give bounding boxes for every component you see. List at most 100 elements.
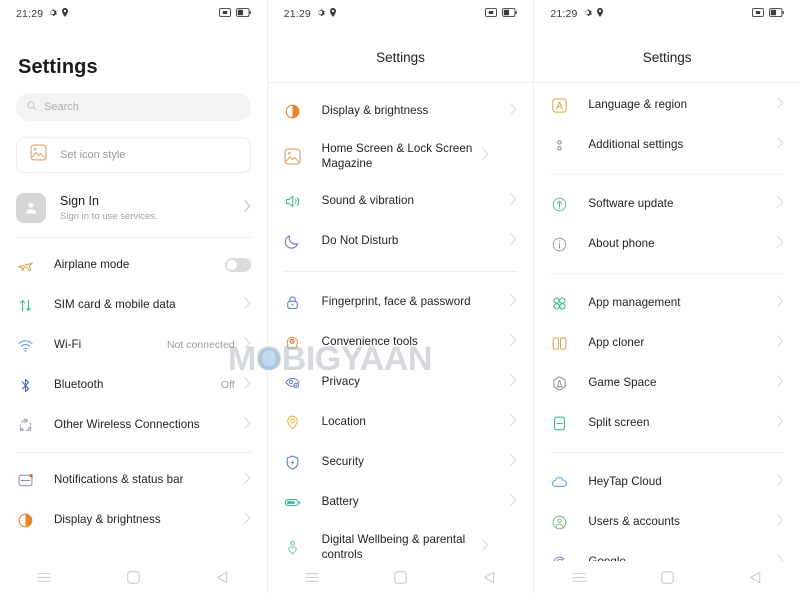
back-icon[interactable] <box>739 566 773 588</box>
set-icon-style-card[interactable]: Set icon style <box>16 137 251 173</box>
settings-row-label: Privacy <box>321 375 361 389</box>
settings-row-label: Home Screen & Lock Screen Magazine <box>321 141 473 170</box>
settings-row-do-not-disturb[interactable]: Do Not Disturb <box>268 221 534 261</box>
sign-in-row[interactable]: Sign In Sign in to use services. <box>16 193 251 223</box>
location-icon <box>329 8 336 20</box>
menu-icon[interactable] <box>27 566 61 588</box>
settings-row-bluetooth[interactable]: Bluetooth Off <box>0 365 267 405</box>
settings-row-other-wireless[interactable]: Other Wireless Connections <box>0 405 267 445</box>
settings-row-label: Battery <box>321 495 359 509</box>
settings-row-label: Wi-Fi <box>54 338 82 352</box>
bluetooth-icon <box>16 376 34 394</box>
settings-row-software-update[interactable]: Software update <box>534 184 800 224</box>
airplane-mode-toggle[interactable] <box>224 258 251 272</box>
battery-icon <box>235 8 251 20</box>
settings-row-app-cloner[interactable]: App cloner <box>534 323 800 363</box>
settings-row-sound-vibration[interactable]: Sound & vibration <box>268 181 534 221</box>
wireless-icon <box>16 416 34 434</box>
settings-row-security[interactable]: Security <box>268 442 534 482</box>
chevron-right-icon <box>482 538 489 556</box>
status-bar-right-3 <box>752 8 784 20</box>
settings-row-label: Users & accounts <box>588 515 680 529</box>
home-icon[interactable] <box>116 566 150 588</box>
home-icon[interactable] <box>383 566 417 588</box>
settings-row-label: Display & brightness <box>54 513 161 527</box>
location-pin-icon <box>284 413 302 431</box>
home-icon[interactable] <box>650 566 684 588</box>
chevron-right-icon <box>777 195 784 213</box>
info-icon <box>550 235 568 253</box>
sign-in-title: Sign In <box>60 193 99 208</box>
gear-icon <box>48 8 58 20</box>
settings-row-app-management[interactable]: App management <box>534 283 800 323</box>
chevron-right-icon <box>510 333 517 351</box>
settings-list-1: Airplane mode SIM card & mobile data Wi-… <box>0 245 267 540</box>
search-icon <box>27 98 37 116</box>
status-bar-1: 21:29 <box>0 0 267 28</box>
settings-row-privacy[interactable]: Privacy <box>268 362 534 402</box>
settings-row-convenience-tools[interactable]: Convenience tools <box>268 322 534 362</box>
divider <box>16 237 251 238</box>
settings-row-additional-settings[interactable]: Additional settings <box>534 125 800 165</box>
status-bar-3: 21:29 <box>534 0 800 28</box>
settings-row-display-brightness[interactable]: Display & brightness <box>0 500 267 540</box>
settings-row-label: SIM card & mobile data <box>54 298 176 312</box>
status-time: 21:29 <box>283 8 311 20</box>
settings-row-language-region[interactable]: Language & region <box>534 85 800 125</box>
chevron-right-icon <box>510 413 517 431</box>
settings-row-wifi[interactable]: Wi-Fi Not connected <box>0 325 267 365</box>
menu-icon[interactable] <box>562 566 596 588</box>
chevron-right-icon <box>777 414 784 432</box>
settings-row-home-lock-screen[interactable]: Home Screen & Lock Screen Magazine <box>268 131 534 181</box>
settings-row-sim-card[interactable]: SIM card & mobile data <box>0 285 267 325</box>
settings-row-label: Split screen <box>588 416 650 430</box>
status-bar-left-1: 21:29 <box>16 8 69 20</box>
settings-row-battery[interactable]: Battery <box>268 482 534 522</box>
settings-row-value: Off <box>220 379 235 391</box>
search-input[interactable]: Search <box>16 93 251 121</box>
settings-row-label: Sound & vibration <box>321 194 415 208</box>
settings-row-split-screen[interactable]: Split screen <box>534 403 800 443</box>
settings-row-label: Airplane mode <box>54 258 130 272</box>
settings-row-about-phone[interactable]: About phone <box>534 224 800 264</box>
chevron-right-icon <box>777 294 784 312</box>
chevron-right-icon <box>777 235 784 253</box>
page-title-2: Settings <box>376 50 425 65</box>
chevron-right-icon <box>777 96 784 114</box>
settings-screen-2: 21:29 Settings Display & brightness Home… <box>266 0 534 593</box>
dots-icon <box>550 136 568 154</box>
settings-row-notifications[interactable]: Notifications & status bar <box>0 460 267 500</box>
sign-in-subtitle: Sign in to use services. <box>60 211 158 223</box>
battery-icon <box>284 493 302 511</box>
back-icon[interactable] <box>472 566 506 588</box>
settings-row-users-accounts[interactable]: Users & accounts <box>534 502 800 542</box>
settings-row-label: Bluetooth <box>54 378 104 392</box>
status-bar-left-3: 21:29 <box>550 8 603 20</box>
settings-row-airplane-mode[interactable]: Airplane mode <box>0 245 267 285</box>
lock-icon <box>284 293 302 311</box>
chevron-right-icon <box>244 471 251 489</box>
divider <box>283 271 518 272</box>
privacy-eye-icon <box>284 373 302 391</box>
settings-row-game-space[interactable]: Game Space <box>534 363 800 403</box>
settings-row-fingerprint[interactable]: Fingerprint, face & password <box>268 282 534 322</box>
navigation-bar-2 <box>267 561 534 593</box>
settings-row-location[interactable]: Location <box>268 402 534 442</box>
person-avatar <box>16 193 46 223</box>
split-screen-icon <box>550 414 568 432</box>
status-bar-right-1 <box>218 8 251 20</box>
menu-icon[interactable] <box>295 566 329 588</box>
settings-row-label: App cloner <box>588 336 645 350</box>
toggle-knob <box>226 260 237 270</box>
head-icon <box>284 333 302 351</box>
heart-person-icon <box>284 538 302 556</box>
set-icon-style-label: Set icon style <box>60 149 126 161</box>
chevron-right-icon <box>244 376 251 394</box>
settings-row-value: Not connected <box>166 339 235 351</box>
settings-row-heytap-cloud[interactable]: HeyTap Cloud <box>534 462 800 502</box>
settings-list-3: Language & region Additional settings So… <box>534 83 800 582</box>
settings-row-display-brightness[interactable]: Display & brightness <box>268 91 534 131</box>
back-icon[interactable] <box>205 566 239 588</box>
settings-list-2: Display & brightness Home Screen & Lock … <box>268 83 534 572</box>
picture-icon <box>30 144 47 166</box>
